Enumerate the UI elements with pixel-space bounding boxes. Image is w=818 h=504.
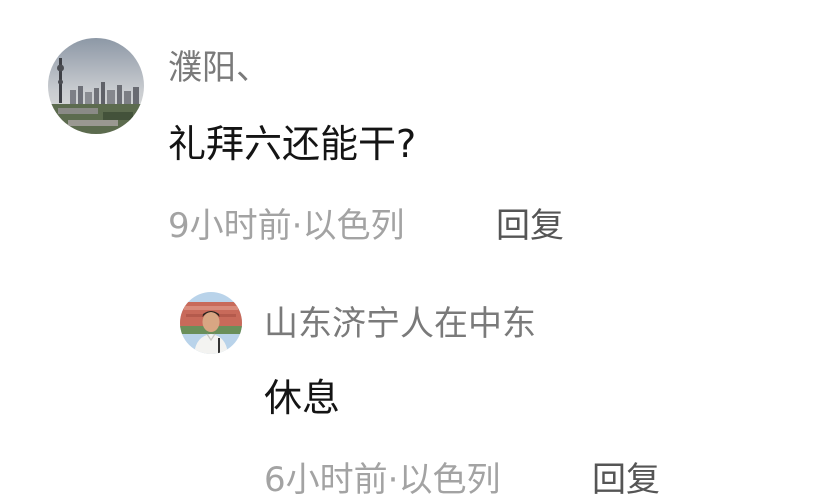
comment-meta: 9小时前·以色列 — [168, 206, 405, 246]
username[interactable]: 山东济宁人在中东 — [264, 300, 536, 348]
comment-meta: 6小时前·以色列 — [264, 460, 501, 500]
comment-text: 礼拜六还能干? — [168, 122, 417, 166]
person-portrait-icon — [180, 292, 242, 354]
username[interactable]: 濮阳、 — [168, 44, 270, 92]
comment-text: 休息 — [264, 376, 341, 420]
reply-button[interactable]: 回复 — [592, 456, 660, 504]
city-skyline-icon — [48, 38, 144, 134]
reply-button[interactable]: 回复 — [496, 202, 564, 250]
avatar[interactable] — [48, 38, 144, 134]
avatar[interactable] — [180, 292, 242, 354]
